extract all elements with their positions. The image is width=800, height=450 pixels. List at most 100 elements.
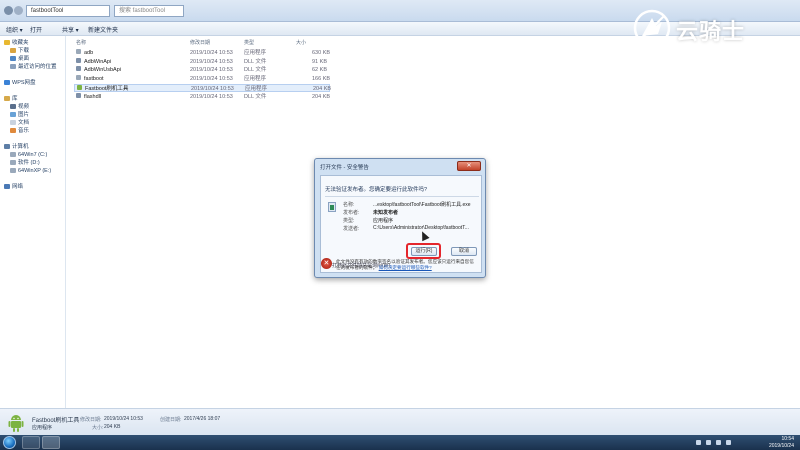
dialog-name-key: 名称:	[343, 202, 355, 208]
sidebar-item-pictures[interactable]: 图片	[10, 111, 29, 119]
sidebar-item-recent[interactable]: 最近访问的位置	[10, 63, 57, 71]
file-row[interactable]: Fastboot刷机工具 2019/10/24 10:53 应用程序 204 KB	[74, 83, 331, 93]
dialog-from-key: 发送者:	[343, 226, 360, 232]
dialog-separator	[325, 196, 479, 197]
sidebar-item-music[interactable]: 音乐	[10, 127, 29, 135]
file-type: DLL 文件	[244, 67, 267, 74]
dialog-from-value: C:\Users\Administrator\Desktop\fastbootT…	[373, 225, 469, 231]
file-size: 62 KB	[312, 67, 327, 74]
details-created-label: 创建日期:	[160, 417, 182, 423]
file-row[interactable]: flashdll 2019/10/24 10:53 DLL 文件 204 KB	[74, 92, 331, 102]
details-modified-value: 2019/10/24 10:53	[104, 416, 143, 422]
column-header-name[interactable]: 名称	[76, 39, 86, 46]
file-size: 204 KB	[312, 93, 331, 100]
computer-icon	[4, 144, 10, 149]
column-header-type[interactable]: 类型	[244, 39, 254, 46]
details-created-value: 2017/4/26 18:07	[184, 416, 221, 422]
start-button[interactable]	[3, 436, 16, 449]
tray-flag-icon[interactable]	[706, 440, 711, 445]
file-icon	[328, 202, 336, 212]
sidebar-item-computer[interactable]: 计算机	[4, 143, 29, 151]
drive-icon	[10, 152, 16, 157]
sidebar-item-drive-c[interactable]: 64Win7 (C:)	[10, 151, 47, 159]
forward-icon[interactable]	[14, 6, 23, 15]
desktop-icon	[10, 56, 16, 61]
file-name: adb	[84, 50, 94, 56]
sidebar-item-downloads[interactable]: 下载	[10, 47, 29, 55]
taskbar-ie-icon[interactable]	[22, 436, 40, 449]
cancel-button[interactable]: 取消	[451, 247, 477, 256]
sidebar-item-desktop[interactable]: 桌面	[10, 55, 29, 63]
search-input[interactable]: 搜索 fastbootTool	[114, 5, 184, 17]
file-row[interactable]: AdbWinUsbApi 2019/10/24 10:53 DLL 文件 62 KB	[74, 66, 330, 75]
dll-file-icon	[76, 92, 81, 98]
dll-file-icon	[76, 57, 81, 63]
new-folder-button[interactable]: 新建文件夹	[88, 25, 118, 34]
network-icon	[4, 184, 10, 189]
file-modified: 2019/10/24 10:53	[190, 58, 233, 65]
drive-icon	[10, 160, 16, 165]
file-row[interactable]: adb 2019/10/24 10:53 应用程序 630 KB	[74, 49, 330, 58]
address-path-input[interactable]: fastbootTool	[26, 5, 110, 17]
exe-file-icon	[76, 75, 81, 81]
picture-icon	[10, 112, 16, 117]
open-button[interactable]: 打开	[30, 25, 42, 34]
sidebar-item-favorites[interactable]: 收藏夹	[4, 39, 29, 47]
details-pane: Fastboot刷机工具 修改日期: 2019/10/24 10:53 创建日期…	[0, 408, 800, 435]
sidebar-item-documents[interactable]: 文档	[10, 119, 29, 127]
file-modified: 2019/10/24 10:53	[190, 93, 233, 100]
details-file-name: Fastboot刷机工具	[32, 418, 80, 424]
back-icon[interactable]	[4, 6, 13, 15]
taskbar: 10:54 2019/10/24	[0, 435, 800, 450]
music-icon	[10, 128, 16, 133]
folder-icon	[10, 48, 16, 53]
share-button[interactable]: 共享 ▾	[62, 25, 79, 34]
dialog-warning-link[interactable]: 如何决定要运行哪些软件?	[379, 265, 432, 270]
brand-logo-text: 云骑士	[676, 20, 746, 45]
sidebar-item-drive-d[interactable]: 软件 (D:)	[10, 159, 40, 167]
sidebar-item-wps[interactable]: WPS网盘	[4, 79, 36, 87]
file-modified: 2019/10/24 10:53	[190, 50, 233, 56]
dialog-publisher-value: 未知发布者	[373, 210, 399, 216]
recent-places-icon	[10, 64, 16, 69]
column-header-size[interactable]: 大小	[296, 39, 306, 46]
brand-logo: 云骑士	[632, 6, 792, 50]
file-size: 91 KB	[312, 58, 327, 65]
file-name: flashdll	[84, 93, 102, 100]
file-size: 166 KB	[312, 76, 331, 83]
cloud-icon	[4, 80, 10, 85]
file-size: 630 KB	[312, 50, 331, 56]
taskbar-explorer-icon[interactable]	[42, 436, 60, 449]
file-modified: 2019/10/24 10:53	[190, 67, 233, 74]
sidebar-item-videos[interactable]: 视频	[10, 103, 29, 111]
tray-up-arrow-icon[interactable]	[696, 440, 701, 445]
file-type: 应用程序	[244, 50, 267, 56]
tray-date: 2019/10/24	[768, 442, 794, 449]
dialog-type-key: 类型:	[343, 218, 355, 224]
organize-button[interactable]: 组织 ▾	[6, 25, 23, 34]
exe-file-icon	[76, 49, 81, 54]
details-size-label: 大小:	[92, 425, 104, 431]
sidebar-item-drive-e[interactable]: 64WinXP (E:)	[10, 167, 51, 175]
details-type: 应用程序	[32, 425, 53, 431]
tray-clock[interactable]: 10:54 2019/10/24	[769, 436, 794, 449]
tray-network-icon[interactable]	[716, 440, 721, 445]
file-type: DLL 文件	[244, 58, 267, 65]
file-modified: 2019/10/24 10:53	[190, 76, 233, 83]
dialog-close-button[interactable]: ✕	[457, 161, 481, 171]
dialog-title: 打开文件 - 安全警告	[320, 165, 369, 171]
sidebar-item-libraries[interactable]: 库	[4, 95, 18, 103]
file-row[interactable]: fastboot 2019/10/24 10:53 应用程序 166 KB	[74, 75, 330, 84]
dialog-name-value: ...esktop\fastbootTool\Fastboot刷机工具.exe	[373, 202, 471, 208]
details-modified-label: 修改日期:	[80, 417, 102, 423]
sidebar-item-network[interactable]: 网络	[4, 183, 23, 191]
file-name: fastboot	[84, 76, 104, 83]
star-icon	[4, 40, 10, 45]
column-header-modified[interactable]: 修改日期	[190, 39, 210, 46]
dialog-question: 无法验证发布者。您确定要运行此软件吗?	[325, 187, 428, 193]
drive-icon	[10, 168, 16, 173]
android-icon	[77, 84, 82, 90]
tray-volume-icon[interactable]	[726, 440, 731, 445]
file-row[interactable]: AdbWinApi 2019/10/24 10:53 DLL 文件 91 KB	[74, 57, 330, 67]
dll-file-icon	[76, 66, 81, 72]
